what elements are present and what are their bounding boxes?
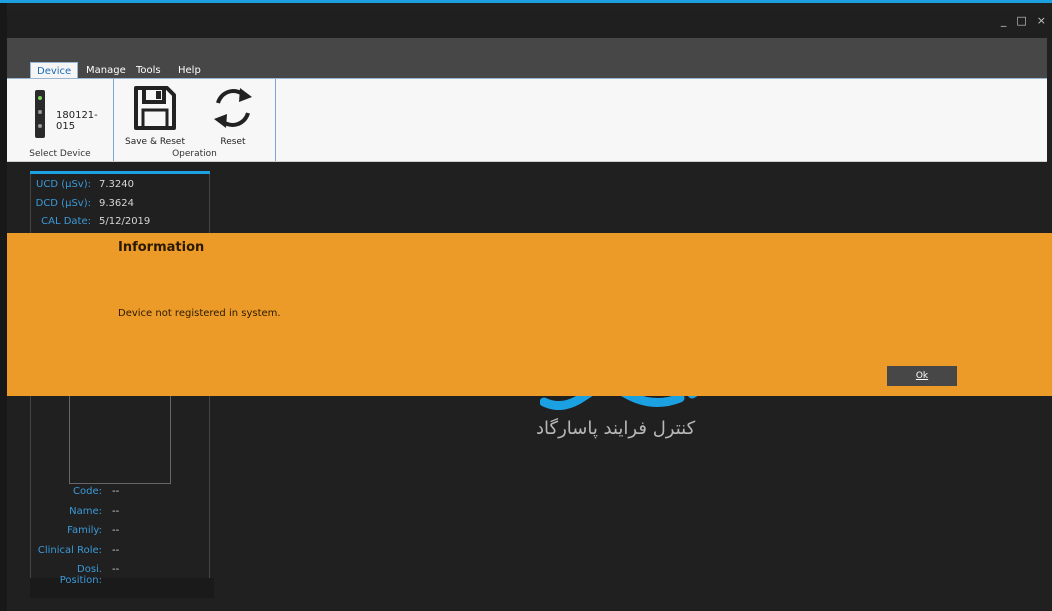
- tab-manage[interactable]: Manage: [80, 62, 132, 79]
- ribbon: 180121-015 Select Device Save & Reset Re…: [7, 78, 1047, 162]
- window-controls: _ □ ×: [1001, 14, 1046, 27]
- dcd-row: DCD (µSv): 9.3624: [35, 198, 134, 209]
- dosimeter-icon[interactable]: [35, 90, 45, 138]
- dialog-title: Information: [118, 240, 205, 255]
- cal-date-label: CAL Date:: [41, 216, 91, 227]
- clinical-role-label: Clinical Role:: [37, 545, 102, 556]
- panel-accent: [30, 171, 210, 174]
- ucd-label: UCD (µSv):: [36, 179, 91, 190]
- dialog-message: Device not registered in system.: [118, 308, 281, 319]
- clinical-role-row: Clinical Role: --: [32, 545, 119, 556]
- dosi-position-label: Dosi. Position:: [59, 564, 102, 586]
- dosi-position-value: --: [112, 564, 120, 575]
- code-row: Code: --: [32, 486, 119, 497]
- close-button[interactable]: ×: [1037, 14, 1046, 27]
- tab-help[interactable]: Help: [172, 62, 207, 79]
- family-label: Family:: [67, 525, 102, 536]
- ok-button[interactable]: Ok: [887, 366, 957, 386]
- dosi-position-row: Dosi. Position: --: [32, 564, 120, 586]
- name-value: --: [112, 506, 120, 517]
- name-label: Name:: [69, 506, 102, 517]
- information-dialog: Information Device not registered in sys…: [7, 233, 1052, 396]
- family-value: --: [112, 525, 120, 536]
- operation-label: Operation: [172, 149, 217, 159]
- tab-tools[interactable]: Tools: [130, 62, 167, 79]
- save-reset-button[interactable]: Save & Reset: [124, 85, 186, 147]
- family-row: Family: --: [32, 525, 119, 536]
- operation-group: Save & Reset Reset Operation: [114, 79, 276, 161]
- name-row: Name: --: [32, 506, 119, 517]
- maximize-button[interactable]: □: [1016, 14, 1026, 27]
- dcd-value: 9.3624: [99, 198, 134, 209]
- code-value: --: [112, 486, 120, 497]
- select-device-group: 180121-015 Select Device: [7, 79, 114, 161]
- ucd-row: UCD (µSv): 7.3240: [35, 179, 134, 190]
- company-logo-text: کنترل فرایند پاسارگاد: [536, 418, 696, 439]
- person-photo: [69, 392, 171, 484]
- dcd-label: DCD (µSv):: [35, 198, 91, 209]
- title-bar: [7, 13, 1052, 38]
- minimize-button[interactable]: _: [1001, 14, 1007, 27]
- cal-date-value: 5/12/2019: [99, 216, 151, 227]
- refresh-icon: [214, 88, 252, 128]
- code-label: Code:: [73, 486, 102, 497]
- floppy-disk-icon: [134, 86, 176, 130]
- window-accent-bar: [0, 0, 1052, 3]
- reset-label: Reset: [220, 137, 246, 147]
- ucd-value: 7.3240: [99, 179, 134, 190]
- device-id[interactable]: 180121-015: [56, 110, 113, 132]
- save-reset-label: Save & Reset: [125, 137, 185, 147]
- left-edge: [0, 3, 7, 611]
- clinical-role-value: --: [112, 545, 120, 556]
- cal-date-row: CAL Date: 5/12/2019: [35, 216, 150, 227]
- reset-button[interactable]: Reset: [208, 85, 258, 147]
- select-device-label: Select Device: [29, 149, 91, 159]
